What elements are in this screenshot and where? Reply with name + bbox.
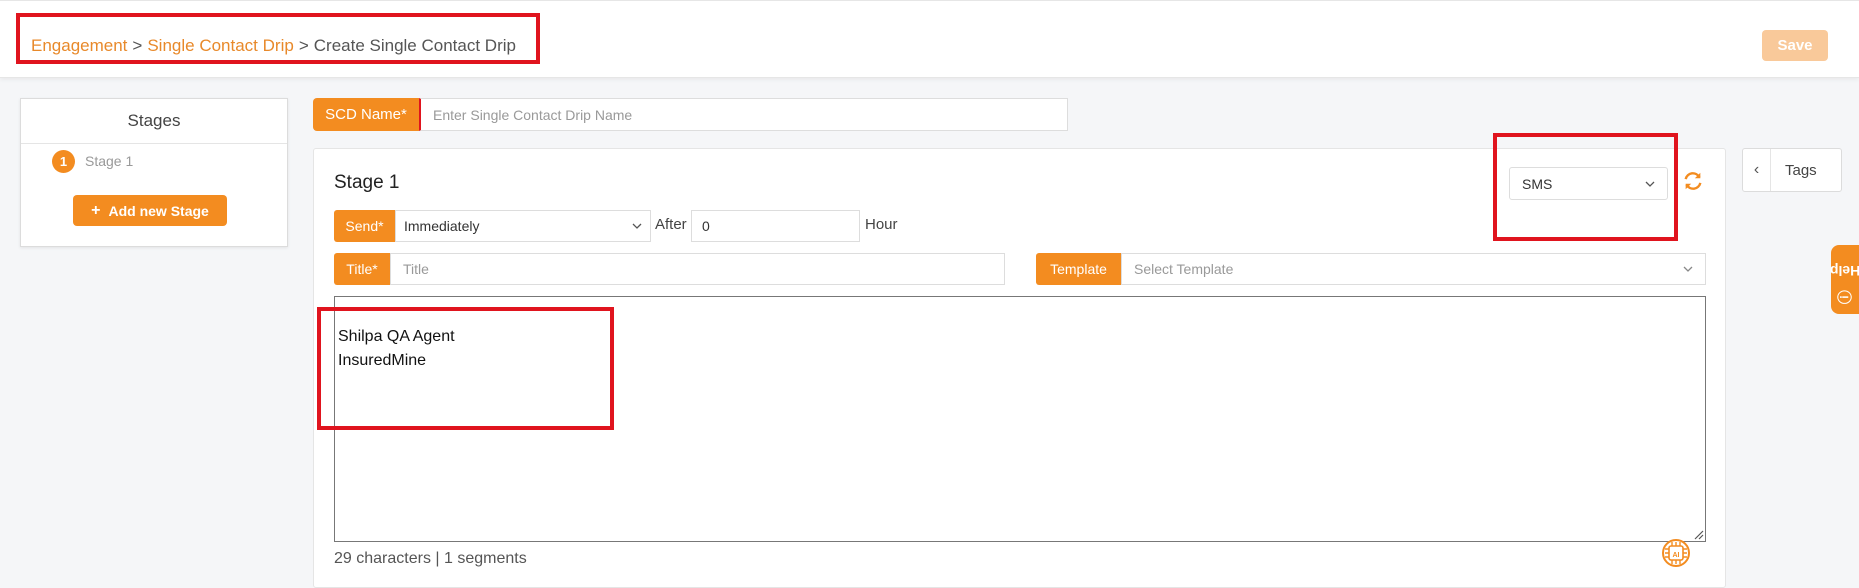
ai-assistant-icon[interactable]: AI (1657, 536, 1695, 569)
chevron-down-icon (632, 223, 642, 229)
message-line: InsuredMine (338, 352, 427, 369)
plus-icon: + (91, 201, 101, 219)
add-new-stage-label: Add new Stage (108, 202, 209, 219)
send-value: Immediately (404, 218, 480, 234)
title-input[interactable]: Title (390, 253, 1005, 285)
message-line: Shilpa QA Agent (338, 328, 455, 345)
breadcrumb-engagement[interactable]: Engagement (31, 36, 127, 55)
template-select[interactable]: Select Template (1121, 253, 1706, 285)
character-count: 29 characters | 1 segments (334, 550, 527, 567)
after-input[interactable]: 0 (691, 210, 860, 242)
help-text: Help (1829, 262, 1859, 279)
svg-text:AI: AI (1673, 552, 1680, 559)
help-label: ⓘ Help (1829, 262, 1859, 304)
channel-select[interactable]: SMS (1509, 167, 1668, 200)
breadcrumb-current: Create Single Contact Drip (313, 36, 516, 55)
breadcrumb-separator: > (132, 36, 143, 55)
chevron-left-icon[interactable]: ‹ (1743, 149, 1771, 191)
refresh-icon[interactable] (1682, 170, 1704, 192)
title-label: Title* (334, 253, 390, 285)
stage-item-label[interactable]: Stage 1 (85, 153, 133, 169)
breadcrumb-single-contact-drip[interactable]: Single Contact Drip (147, 36, 293, 55)
scd-name-input[interactable]: Enter Single Contact Drip Name (419, 98, 1068, 131)
chevron-down-icon (1683, 266, 1693, 272)
channel-value: SMS (1522, 175, 1553, 192)
stage-number-badge[interactable]: 1 (52, 150, 75, 173)
help-tab[interactable]: ⓘ Help (1829, 245, 1859, 314)
message-textarea[interactable]: Shilpa QA Agent InsuredMine (334, 296, 1706, 542)
template-label: Template (1036, 253, 1121, 285)
send-label: Send* (334, 210, 395, 242)
stages-panel: Stages 1 Stage 1 + Add new Stage (20, 98, 288, 247)
stage-heading: Stage 1 (334, 172, 400, 193)
after-label: After (655, 216, 687, 233)
save-button[interactable]: Save (1762, 30, 1828, 61)
breadcrumb-separator: > (298, 36, 309, 55)
breadcrumb: Engagement > Single Contact Drip > Create Si… (31, 36, 516, 56)
chevron-down-icon (1645, 181, 1655, 187)
send-select[interactable]: Immediately (395, 210, 651, 242)
stages-title: Stages (21, 99, 287, 144)
add-new-stage-button[interactable]: + Add new Stage (73, 195, 227, 226)
scd-name-label: SCD Name* (313, 98, 419, 131)
template-placeholder: Select Template (1134, 261, 1234, 277)
hour-label: Hour (865, 216, 898, 233)
tags-label: Tags (1785, 162, 1817, 179)
tags-panel-toggle[interactable]: ‹ Tags (1742, 148, 1842, 192)
